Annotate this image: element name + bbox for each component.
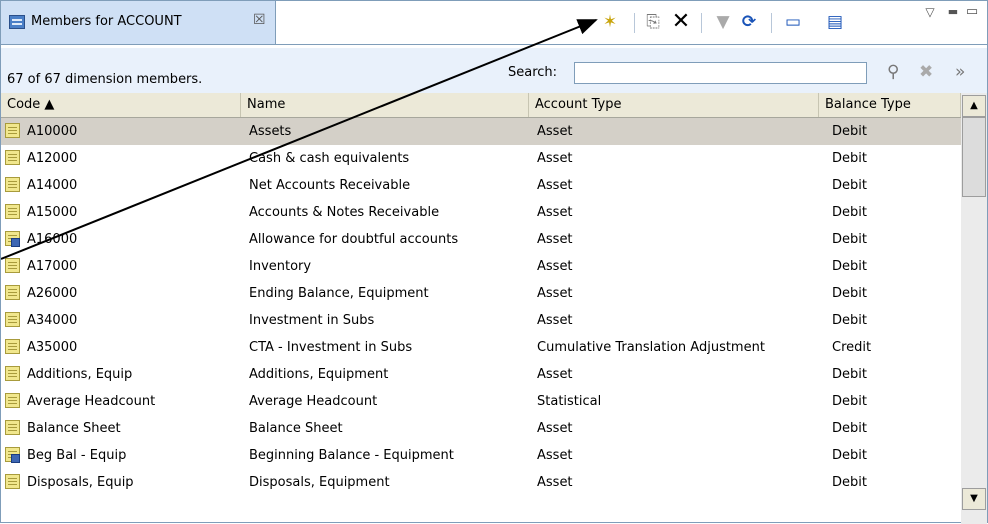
annotation-arrow [1, 19, 598, 260]
members-view: Members for ACCOUNT ☒ ✶ ⎘ ✕ ▼ ⟳ ▭ ▤ ▽ ▬ … [0, 0, 988, 524]
